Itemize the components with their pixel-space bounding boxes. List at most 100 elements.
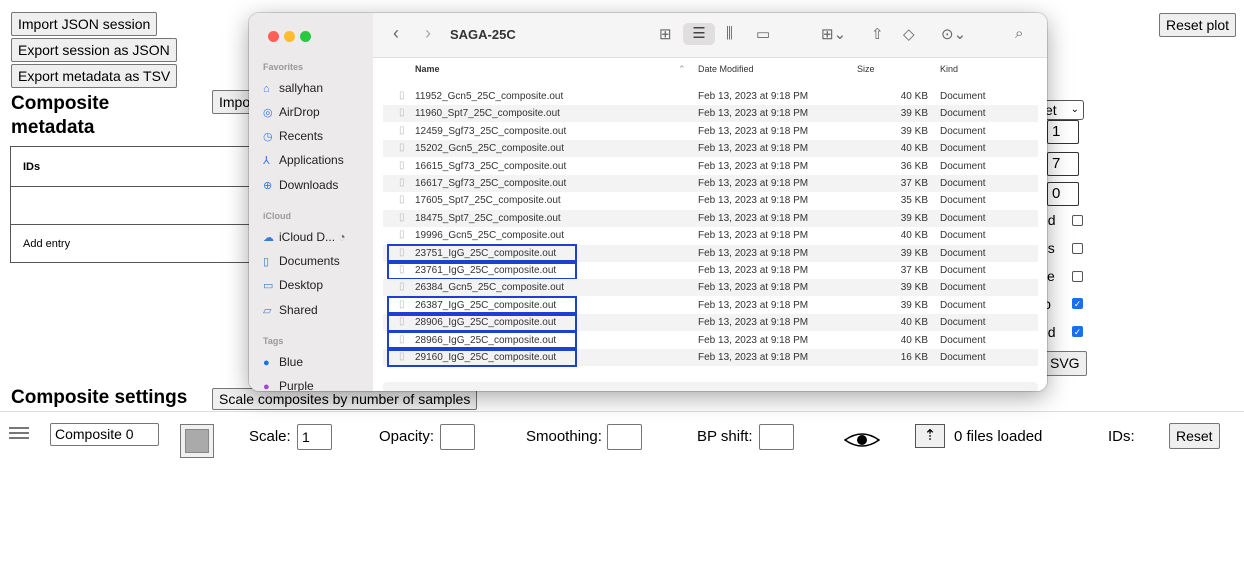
column-name[interactable]: Name [415,64,440,74]
export-tsv-button[interactable]: Export metadata as TSV [11,64,178,88]
scale-input[interactable]: 1 [297,424,332,450]
composite-settings-title: Composite settings [11,387,188,408]
file-row[interactable]: ▯ 11952_Gcn5_25C_composite.out Feb 13, 202… [383,88,1038,105]
finder-toolbar: ‹ › SAGA-25C ⊞ ☰ ⫼ ▭ ⊞⌄ ⇧ ◇ ⊙⌄ ⌕ [373,13,1047,58]
selection-highlight [387,313,577,332]
sidebar-item-airdrop[interactable]: ◎ AirDrop [263,105,320,119]
share-icon[interactable]: ⇧ [871,25,884,43]
column-date[interactable]: Date Modified [698,64,754,74]
color-picker[interactable] [180,424,214,458]
finder-sidebar: Favorites ⌂ sallyhan ◎ AirDrop ◷ Recents ⅄ A… [249,13,374,391]
more-actions-icon[interactable]: ⊙⌄ [941,25,966,43]
file-kind: Document [940,143,986,155]
bp-shift-input[interactable] [759,424,794,450]
sidebar-item-downloads[interactable]: ⊕ Downloads [263,178,338,192]
zoom-window-button[interactable] [300,31,311,42]
forward-icon[interactable]: › [425,23,431,44]
file-name: 12459_Sgf73_25C_composite.out [415,125,567,137]
file-row[interactable]: ▯ 16617_Sgf73_25C_composite.out Feb 13, 20… [383,175,1038,192]
smoothing-input[interactable] [607,424,642,450]
list-view-icon[interactable]: ☰ [683,23,715,45]
file-size: 39 KB [900,212,928,224]
sidebar-item-sallyhan[interactable]: ⌂ sallyhan [263,81,323,95]
reset-button[interactable]: Reset [1169,423,1220,449]
file-row[interactable]: ▯ 17605_Spt7_25C_composite.out Feb 13, 202… [383,192,1038,209]
file-size: 36 KB [900,160,928,172]
sidebar-item-desktop[interactable]: ▭ Desktop [263,278,323,292]
reset-plot-button[interactable]: Reset plot [1159,13,1237,37]
file-row[interactable]: ▯ 12459_Sgf73_25C_composite.out Feb 13, 20… [383,123,1038,140]
file-kind: Document [940,160,986,172]
close-window-button[interactable] [268,31,279,42]
metadata-empty-row[interactable] [10,186,270,225]
file-date: Feb 13, 2023 at 9:18 PM [698,125,809,137]
file-size: 16 KB [900,352,928,363]
file-row[interactable]: ▯ 15202_Gcn5_25C_composite.out Feb 13, 202… [383,140,1038,158]
file-icon: ▯ [399,281,405,293]
file-size: 37 KB [900,265,928,276]
sidebar-item-documents[interactable]: ▯ Documents [263,254,340,268]
download-icon: ⊕ [263,180,273,192]
finder-main: ‹ › SAGA-25C ⊞ ☰ ⫼ ▭ ⊞⌄ ⇧ ◇ ⊙⌄ ⌕ Name ⌃ … [373,13,1047,391]
desktop-icon: ▭ [263,280,274,292]
icon-view-icon[interactable]: ⊞ [659,25,672,43]
clock-icon: ◷ [263,131,273,143]
file-row[interactable]: ▯ 16615_Sgf73_25C_composite.out Feb 13, 20… [383,158,1038,175]
value-input-1[interactable]: 1 [1047,120,1079,144]
file-icon: ▯ [399,124,405,136]
minimize-window-button[interactable] [284,31,295,42]
composite-name-input[interactable]: Composite 0 [50,423,159,446]
sidebar-item-recents[interactable]: ◷ Recents [263,129,323,143]
sidebar-tag-purple[interactable]: ● Purple [263,379,314,391]
file-name: 11960_Spt7_25C_composite.out [415,108,560,120]
tags-section-label: Tags [263,336,284,346]
file-row[interactable]: ▯ 26384_Gcn5_25C_composite.out Feb 13, 202… [383,279,1038,297]
column-view-icon[interactable]: ⫼ [726,25,733,42]
file-kind: Document [940,299,986,311]
column-size[interactable]: Size [857,64,875,74]
file-name: 19996_Gcn5_25C_composite.out [415,230,564,242]
scale-composites-button[interactable]: Scale composites by number of samples [212,388,478,410]
export-svg-button[interactable]: SVG [1043,351,1087,376]
file-name: 15202_Gcn5_25C_composite.out [415,143,564,155]
add-entry-button[interactable]: Add entry [10,224,270,263]
upload-icon[interactable]: ⇡ [915,424,945,448]
option-checkbox-4[interactable]: ✓ [1072,298,1083,309]
smoothing-label: Smoothing: [526,428,602,445]
tag-icon[interactable]: ◇ [903,25,915,43]
sidebar-item-applications[interactable]: ⅄ Applications [263,153,344,167]
file-row[interactable]: ▯ 19996_Gcn5_25C_composite.out Feb 13, 202… [383,227,1038,244]
applications-icon: ⅄ [263,155,270,167]
column-kind[interactable]: Kind [940,64,958,74]
export-json-button[interactable]: Export session as JSON [11,38,177,62]
sidebar-tag-blue[interactable]: ● Blue [263,355,303,369]
horizontal-scrollbar[interactable] [383,382,1038,391]
value-input-2[interactable]: 7 [1047,152,1079,176]
value-input-3[interactable]: 0 [1047,182,1079,206]
file-row[interactable]: ▯ 11960_Spt7_25C_composite.out Feb 13, 202… [383,105,1038,123]
shared-folder-icon: ▱ [263,305,272,317]
composite-metadata-title-1: Composite [11,93,110,114]
file-name: 11952_Gcn5_25C_composite.out [415,91,564,102]
file-name: 18475_Spt7_25C_composite.out [415,212,561,224]
option-checkbox-2[interactable] [1072,243,1083,254]
sidebar-item-shared[interactable]: ▱ Shared [263,303,318,317]
import-partial-button[interactable]: Impo [212,90,252,114]
search-icon[interactable]: ⌕ [1015,25,1023,42]
favorites-section-label: Favorites [263,62,304,72]
option-checkbox-1[interactable] [1072,215,1083,226]
group-icon[interactable]: ⊞⌄ [821,25,846,43]
sidebar-item-icloud-drive[interactable]: ☁ iCloud D... ◔ [263,230,346,244]
option-checkbox-3[interactable] [1072,271,1083,282]
gallery-view-icon[interactable]: ▭ [756,25,770,43]
option-checkbox-5[interactable]: ✓ [1072,326,1083,337]
drag-handle-icon[interactable] [9,427,29,439]
file-row[interactable]: ▯ 18475_Spt7_25C_composite.out Feb 13, 202… [383,209,1038,227]
import-json-button[interactable]: Import JSON session [11,12,158,36]
file-icon: ▯ [399,194,405,206]
opacity-input[interactable] [440,424,475,450]
finder-window[interactable]: Favorites ⌂ sallyhan ◎ AirDrop ◷ Recents ⅄ A… [249,13,1047,391]
file-size: 40 KB [900,334,928,346]
eye-icon[interactable] [843,430,881,450]
back-icon[interactable]: ‹ [393,23,399,44]
